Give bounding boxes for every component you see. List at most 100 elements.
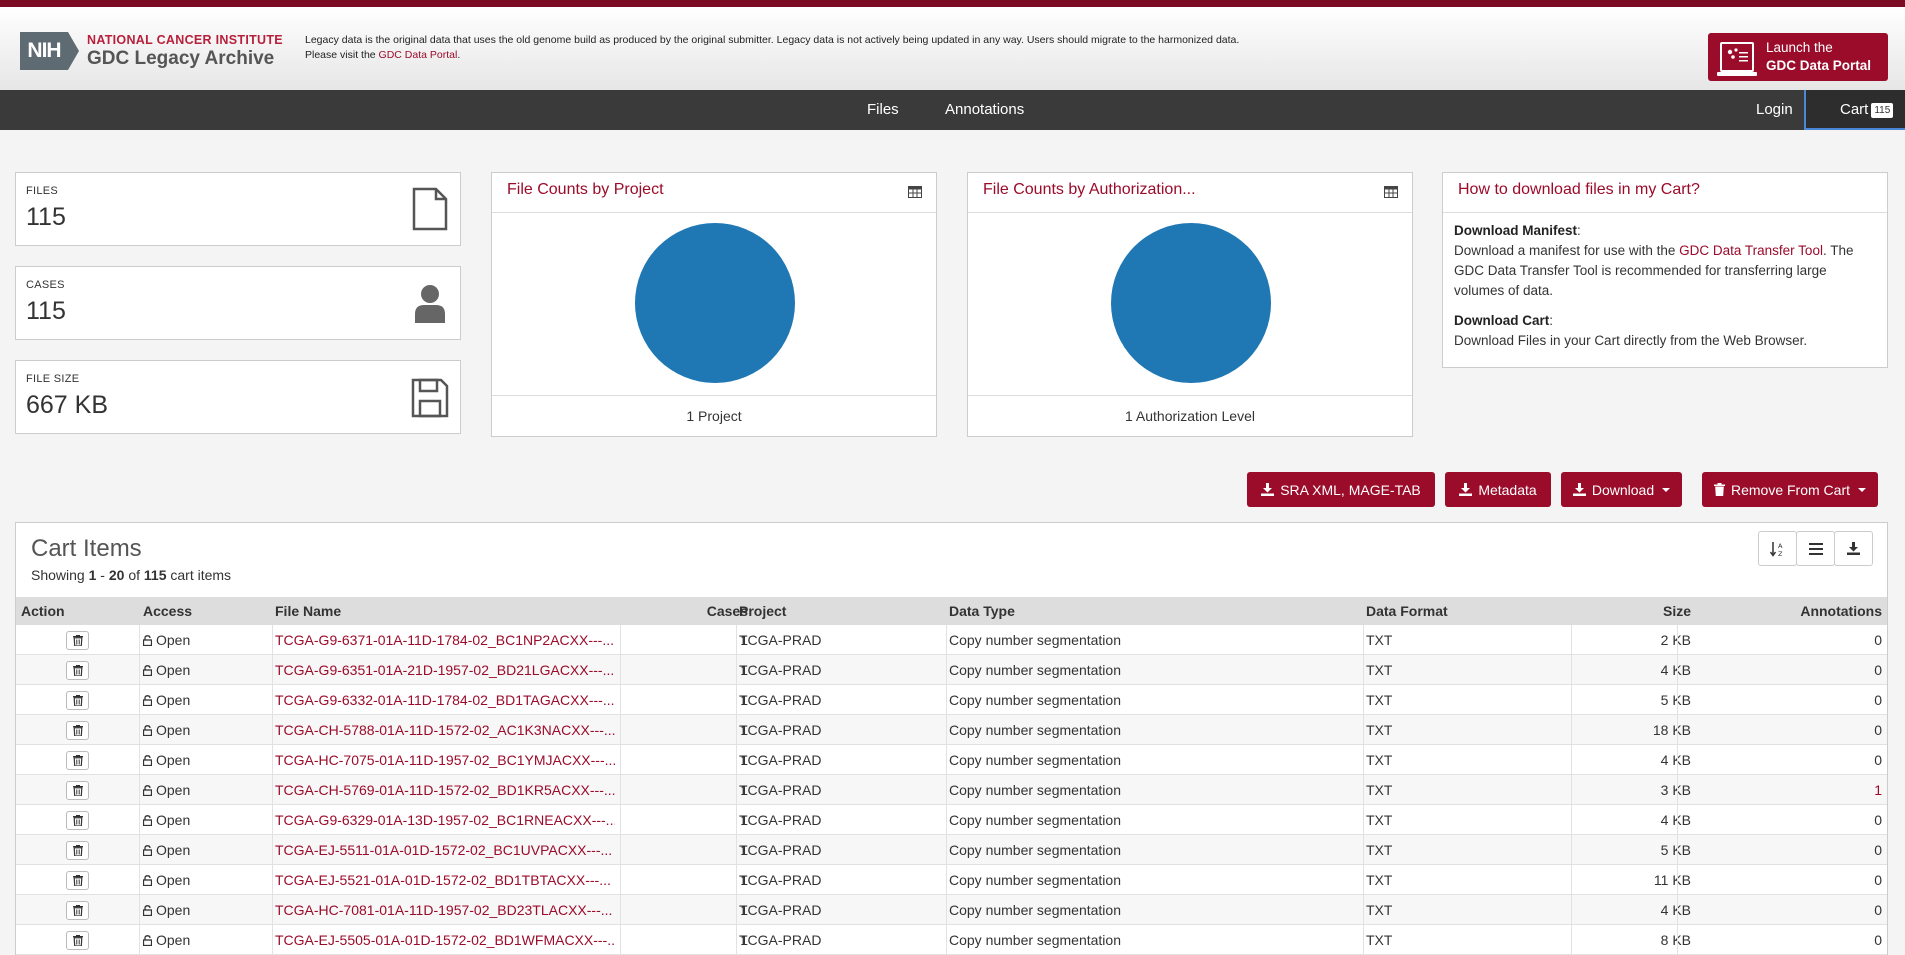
cell-file-name[interactable]: TCGA-CH-5788-01A-11D-1572-02_AC1K3NACXX-… [275,715,615,745]
cart-items-title: Cart Items [31,535,142,562]
cell-annotations[interactable]: 1 [1696,775,1882,805]
remove-row-button[interactable] [66,661,89,680]
cell-size: 5 KB [1660,842,1691,858]
showing-total: 115 [143,567,167,583]
cell-file-name[interactable]: TCGA-G9-6332-01A-11D-1784-02_BD1TAGACXX-… [275,685,615,715]
download-icon [1459,483,1473,496]
auth-panel-title: File Counts by Authorization... [983,181,1196,198]
nav-cart[interactable]: Cart 115 [1804,90,1905,130]
pie-slice[interactable] [635,223,795,383]
cell-access: Open [143,715,190,745]
access-label: Open [156,662,191,678]
cart-items-panel: Cart Items Showing 1 - 20 of 115 cart it… [15,522,1888,955]
panel-divider [1443,212,1887,213]
col-access[interactable]: Access [143,597,192,625]
remove-from-cart-button[interactable]: Remove From Cart [1702,472,1878,507]
table-row: Open TCGA-HC-7075-01A-11D-1957-02_BC1YMJA… [16,745,1887,775]
cell-size: 4 KB [1660,752,1691,768]
col-data-type[interactable]: Data Type [949,597,1015,625]
remove-row-button[interactable] [66,871,89,890]
export-table-button[interactable] [1834,531,1873,566]
unlock-icon [143,665,152,676]
cell-file-name[interactable]: TCGA-HC-7081-01A-11D-1957-02_BD23TLACXX-… [275,895,615,925]
remove-row-button[interactable] [66,691,89,710]
column-toggle-button[interactable] [1796,531,1835,566]
panel-divider [968,212,1412,213]
column-divider [1571,625,1572,955]
cell-annotations: 0 [1874,662,1882,678]
remove-row-button[interactable] [66,721,89,740]
pie-slice[interactable] [1111,223,1271,383]
authorization-pie-chart[interactable] [1111,223,1271,383]
column-divider [736,625,737,955]
cell-project: TCGA-PRAD [739,692,822,708]
gdc-transfer-tool-link[interactable]: GDC Data Transfer Tool [1679,243,1823,258]
cell-file-name[interactable]: TCGA-G9-6371-01A-11D-1784-02_BC1NP2ACXX-… [275,625,615,655]
trash-icon [72,875,83,886]
cell-data-format: TXT [1366,662,1393,678]
gdc-data-portal-link[interactable]: GDC Data Portal [379,49,458,61]
nav-files[interactable]: Files [867,90,899,130]
table-row: Open TCGA-G9-6371-01A-11D-1784-02_BC1NP2A… [16,625,1887,655]
metadata-button[interactable]: Metadata [1445,472,1551,507]
col-data-format[interactable]: Data Format [1366,597,1448,625]
project-pie-chart[interactable] [635,223,795,383]
cell-annotations: 0 [1874,872,1882,888]
table-icon[interactable] [908,186,922,198]
cell-access: Open [143,745,190,775]
cell-data-type: Copy number segmentation [949,632,1121,648]
cell-file-name[interactable]: TCGA-G9-6329-01A-13D-1957-02_BC1RNEACXX-… [275,805,615,835]
cell-file-name[interactable]: TCGA-CH-5769-01A-11D-1572-02_BD1KR5ACXX-… [275,775,615,805]
cart-heading: Download Cart [1454,313,1550,328]
cell-file-name[interactable]: TCGA-G9-6351-01A-21D-1957-02_BD21LGACXX-… [275,655,615,685]
remove-row-button[interactable] [66,931,89,950]
caret-down-icon [1858,487,1867,492]
cell-file-name[interactable]: TCGA-EJ-5511-01A-01D-1572-02_BC1UVPACXX-… [275,835,615,865]
remove-row-button[interactable] [66,781,89,800]
nav-annotations[interactable]: Annotations [945,90,1024,130]
nav-login[interactable]: Login [1756,90,1793,130]
cell-project: TCGA-PRAD [739,932,822,948]
cell-file-name[interactable]: TCGA-EJ-5505-01A-01D-1572-02_BD1WFMACXX-… [275,925,615,955]
cell-file-name[interactable]: TCGA-HC-7075-01A-11D-1957-02_BC1YMJACXX-… [275,745,615,775]
sort-button[interactable]: A Z [1758,531,1797,566]
laptop-icon [1717,42,1757,76]
sra-label: SRA XML, MAGE-TAB [1280,481,1421,498]
remove-row-button[interactable] [66,631,89,650]
unlock-icon [143,935,152,946]
files-stat-value: 115 [26,203,66,231]
panel-divider [968,395,1412,396]
remove-row-button[interactable] [66,841,89,860]
cell-data-format: TXT [1366,872,1393,888]
gdc-logo[interactable]: NIH NATIONAL CANCER INSTITUTE GDC Legacy… [20,32,283,70]
cell-cases: 1 [740,902,748,918]
cases-stat-value: 115 [26,297,66,325]
cell-data-type: Copy number segmentation [949,782,1121,798]
col-annotations[interactable]: Annotations [1696,597,1882,625]
download-icon [1572,483,1586,496]
cell-size: 18 KB [1652,722,1691,738]
remove-row-button[interactable] [66,811,89,830]
remove-row-button[interactable] [66,751,89,770]
table-icon[interactable] [1384,186,1398,198]
sra-xml-mage-tab-button[interactable]: SRA XML, MAGE-TAB [1247,472,1435,507]
trash-icon [72,755,83,766]
unlock-icon [143,635,152,646]
col-project[interactable]: Project [739,597,786,625]
unlock-icon [143,905,152,916]
col-action[interactable]: Action [21,597,65,625]
launch-gdc-portal-button[interactable]: Launch the GDC Data Portal [1708,33,1888,81]
remove-row-button[interactable] [66,901,89,920]
trash-icon [72,815,83,826]
metadata-label: Metadata [1478,481,1537,498]
download-icon [1847,542,1860,555]
download-dropdown-button[interactable]: Download [1561,472,1682,507]
cell-annotations: 0 [1874,842,1882,858]
cell-file-name[interactable]: TCGA-EJ-5521-01A-01D-1572-02_BD1TBTACXX-… [275,865,615,895]
filesize-stat-card: FILE SIZE 667 KB [15,360,461,434]
table-row: Open TCGA-EJ-5511-01A-01D-1572-02_BC1UVPA… [16,835,1887,865]
cell-data-type: Copy number segmentation [949,932,1121,948]
col-cases[interactable]: Cases [636,597,748,625]
col-size[interactable]: Size [1571,597,1691,625]
col-file-name[interactable]: File Name [275,597,341,625]
